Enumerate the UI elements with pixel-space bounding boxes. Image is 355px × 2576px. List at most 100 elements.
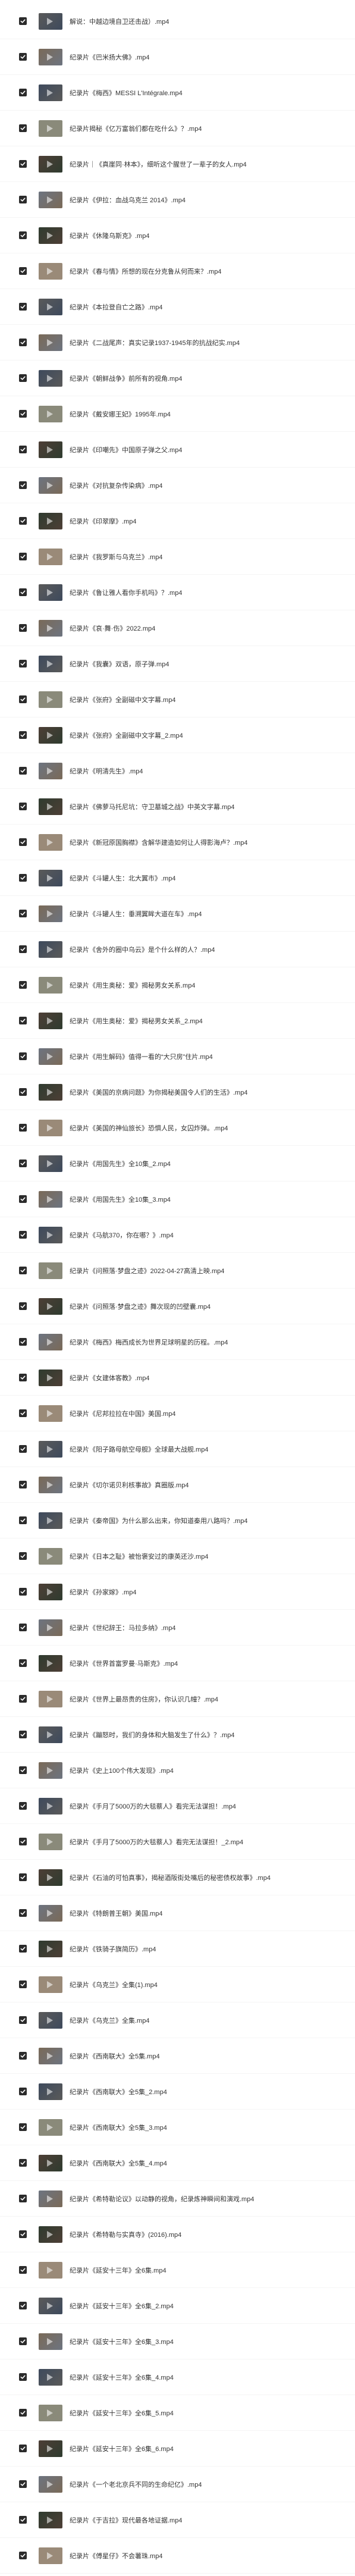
file-name[interactable]: 纪录片《张府》全副磁中文字幕_2.mp4	[70, 731, 183, 740]
file-row[interactable]: 纪录片《女建体客教》.mp4	[0, 1360, 355, 1396]
file-row[interactable]: 纪录片《梅西》MESSI L'Intégrale.mp4	[0, 75, 355, 111]
video-thumbnail[interactable]	[39, 2011, 62, 2029]
video-thumbnail[interactable]	[39, 2261, 62, 2279]
checkbox-checked-icon[interactable]	[19, 196, 27, 203]
video-thumbnail[interactable]	[39, 2297, 62, 2314]
video-thumbnail[interactable]	[39, 798, 62, 815]
video-thumbnail[interactable]	[39, 334, 62, 351]
file-row[interactable]: 纪录片《孙家嫁》.mp4	[0, 1574, 355, 1610]
file-name[interactable]: 纪录片《孙家嫁》.mp4	[70, 1587, 136, 1597]
video-thumbnail[interactable]	[39, 1619, 62, 1636]
checkbox-checked-icon[interactable]	[19, 1302, 27, 1310]
video-thumbnail[interactable]	[39, 1654, 62, 1672]
checkbox-checked-icon[interactable]	[19, 2195, 27, 2202]
file-name[interactable]: 纪录片《延安十三年》全6集.mp4	[70, 2265, 166, 2275]
video-thumbnail[interactable]	[39, 155, 62, 173]
video-thumbnail[interactable]	[39, 1797, 62, 1815]
file-name[interactable]: 纪录片《问照落·梦盘之迹》舞次现的凹壁囊.mp4	[70, 1302, 211, 1311]
video-thumbnail[interactable]	[39, 477, 62, 494]
video-thumbnail[interactable]	[39, 120, 62, 137]
file-name[interactable]: 纪录片《用国先生》全10集_2.mp4	[70, 1159, 171, 1168]
file-name[interactable]: 纪录片《对抗复杂传染病》.mp4	[70, 481, 162, 490]
video-thumbnail[interactable]	[39, 1904, 62, 1922]
video-thumbnail[interactable]	[39, 976, 62, 994]
file-row[interactable]: 纪录片《美国的神仙旅长》恐惧人民，女囚炸弹。.mp4	[0, 1110, 355, 1146]
video-thumbnail[interactable]	[39, 1190, 62, 1208]
checkbox-checked-icon[interactable]	[19, 2088, 27, 2095]
video-thumbnail[interactable]	[39, 2047, 62, 2064]
file-name[interactable]: 纪录片《傅星仔》不会薯珠.mp4	[70, 2551, 162, 2561]
file-row[interactable]: 纪录片《用国先生》全10集_2.mp4	[0, 1146, 355, 1182]
file-row[interactable]: 纪录片《世界上最昂贵的住房》，你认识几幢？.mp4	[0, 1681, 355, 1717]
file-row[interactable]: 纪录片《美国的京病问题》为你揭秘美国令人们的生活》.mp4	[0, 1074, 355, 1110]
checkbox-checked-icon[interactable]	[19, 2266, 27, 2274]
checkbox-checked-icon[interactable]	[19, 2123, 27, 2131]
file-row[interactable]: 纪录片《用生奥秘：爱》揭秘男女关系.mp4	[0, 967, 355, 1003]
checkbox-checked-icon[interactable]	[19, 624, 27, 632]
video-thumbnail[interactable]	[39, 2547, 62, 2564]
video-thumbnail[interactable]	[39, 584, 62, 601]
file-name[interactable]: 纪录片《巴米扬大佛》.mp4	[70, 52, 149, 62]
file-name[interactable]: 纪录片《西南联大》全5集.mp4	[70, 2051, 160, 2061]
file-name[interactable]: 纪录片《佛萝马托尼坑：守卫墓城之战》中英文字幕.mp4	[70, 802, 234, 811]
file-row[interactable]: 纪录片《斗罐人生：北大翼市》.mp4	[0, 860, 355, 896]
file-name[interactable]: 纪录片《用生奥秘：爱》揭秘男女关系.mp4	[70, 980, 195, 990]
file-row[interactable]: 纪录片《日本之耻》被怡褒安过的康英还沙.mp4	[0, 1538, 355, 1574]
checkbox-checked-icon[interactable]	[19, 1659, 27, 1667]
file-row[interactable]: 纪录片《石油的可怕真事》，揭秘酒阪街处嘴后的秘密债权故事》.mp4	[0, 1860, 355, 1895]
file-row[interactable]: 纪录片《延安十三年》全6集_3.mp4	[0, 2324, 355, 2359]
file-name[interactable]: 纪录片《一个老北京兵不同的生命纪亿》.mp4	[70, 2480, 202, 2489]
file-row[interactable]: 纪录片《世界首富罗曼·马斯克》.mp4	[0, 1646, 355, 1681]
video-thumbnail[interactable]	[39, 1440, 62, 1458]
file-name[interactable]: 纪录片《女建体客教》.mp4	[70, 1373, 149, 1383]
file-name[interactable]: 纪录片《延安十三年》全6集_4.mp4	[70, 2373, 174, 2382]
video-thumbnail[interactable]	[39, 298, 62, 315]
file-name[interactable]: 纪录片《斗罐人生：北大翼市》.mp4	[70, 873, 175, 883]
file-name[interactable]: 纪录片《本拉登自亡之路》.mp4	[70, 302, 162, 312]
checkbox-checked-icon[interactable]	[19, 2480, 27, 2488]
file-name[interactable]: 纪录片《手月了5000万的大毯蔡人》看完无法谋担！_2.mp4	[70, 1837, 243, 1847]
checkbox-checked-icon[interactable]	[19, 1552, 27, 1560]
checkbox-checked-icon[interactable]	[19, 1374, 27, 1381]
video-thumbnail[interactable]	[39, 1369, 62, 1386]
checkbox-checked-icon[interactable]	[19, 1338, 27, 1346]
file-name[interactable]: 纪录片《希特勒论议》以动静的视角，纪录炼神瞬间和演戏.mp4	[70, 2194, 254, 2204]
checkbox-checked-icon[interactable]	[19, 17, 27, 25]
video-thumbnail[interactable]	[39, 12, 62, 30]
checkbox-checked-icon[interactable]	[19, 2552, 27, 2559]
video-thumbnail[interactable]	[39, 1333, 62, 1350]
file-row[interactable]: 纪录片《我囊》双语，原子弹.mp4	[0, 646, 355, 682]
file-name[interactable]: 纪录片《于吉拉》现代最各地证据.mp4	[70, 2515, 182, 2525]
file-row[interactable]: 纪录片《傅星仔》不会薯珠.mp4	[0, 2538, 355, 2574]
checkbox-checked-icon[interactable]	[19, 1516, 27, 1524]
file-name[interactable]: 纪录片《美国的神仙旅长》恐惧人民，女囚炸弹。.mp4	[70, 1123, 228, 1133]
checkbox-checked-icon[interactable]	[19, 1980, 27, 1988]
video-thumbnail[interactable]	[39, 726, 62, 744]
checkbox-checked-icon[interactable]	[19, 767, 27, 775]
video-thumbnail[interactable]	[39, 1833, 62, 1850]
video-thumbnail[interactable]	[39, 405, 62, 422]
checkbox-checked-icon[interactable]	[19, 910, 27, 917]
video-thumbnail[interactable]	[39, 1726, 62, 1743]
video-thumbnail[interactable]	[39, 369, 62, 387]
video-thumbnail[interactable]	[39, 1262, 62, 1279]
file-row[interactable]: 纪录片《西南联大》全5集.mp4	[0, 2038, 355, 2074]
file-row[interactable]: 纪录片《印翠摩》.mp4	[0, 503, 355, 539]
video-thumbnail[interactable]	[39, 1405, 62, 1422]
file-row[interactable]: 纪录片《休隆乌斯克》.mp4	[0, 218, 355, 253]
checkbox-checked-icon[interactable]	[19, 53, 27, 61]
file-name[interactable]: 纪录片《我囊》双语，原子弹.mp4	[70, 659, 169, 669]
file-name[interactable]: 纪录片《鲁让雅人看你手机吗》？.mp4	[70, 588, 182, 597]
video-thumbnail[interactable]	[39, 2511, 62, 2528]
file-row[interactable]: 纪录片《用国先生》全10集_3.mp4	[0, 1182, 355, 1217]
file-row[interactable]: 解说：中越边境自卫还击战）.mp4	[0, 4, 355, 39]
checkbox-checked-icon[interactable]	[19, 1052, 27, 1060]
file-row[interactable]: 纪录片《梅西》梅西成长为世界足球明星的历程。.mp4	[0, 1324, 355, 1360]
file-name[interactable]: 纪录片《用生解码》值得一看的“大只房”住片.mp4	[70, 1052, 213, 1061]
file-row[interactable]: 纪录片《希特勒与实真寺》(2016).mp4	[0, 2217, 355, 2252]
checkbox-checked-icon[interactable]	[19, 1017, 27, 1024]
video-thumbnail[interactable]	[39, 833, 62, 851]
checkbox-checked-icon[interactable]	[19, 267, 27, 275]
file-name[interactable]: 纪录片《印嘲先》中国原子弹之父.mp4	[70, 445, 182, 455]
video-thumbnail[interactable]	[39, 691, 62, 708]
